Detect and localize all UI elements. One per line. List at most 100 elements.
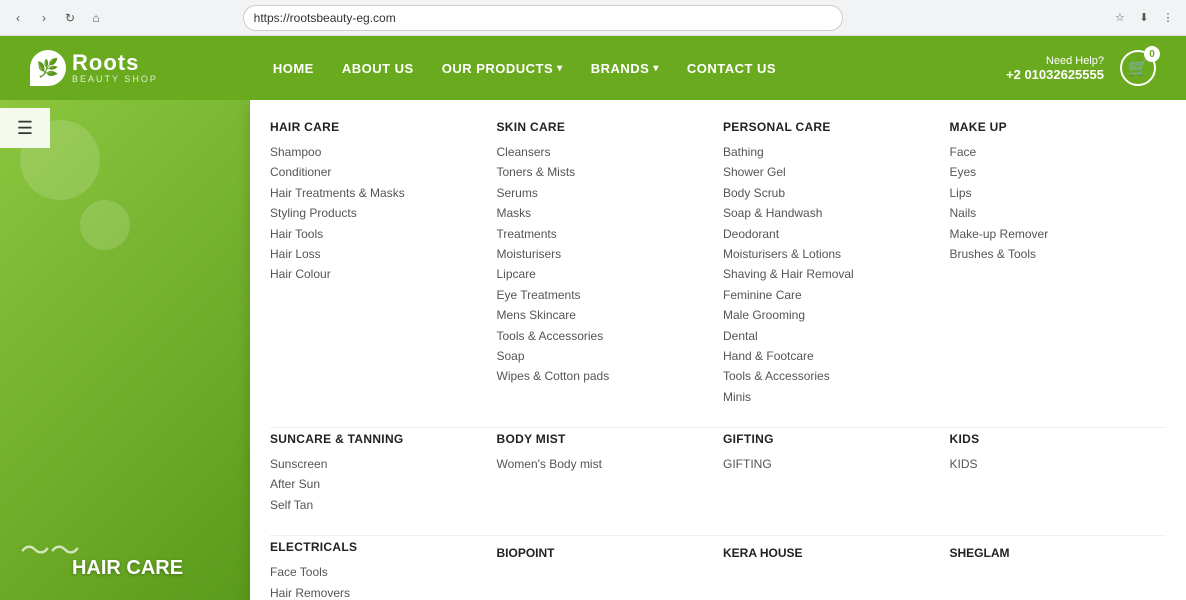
menu-item-lipcare[interactable]: Lipcare [497,264,714,284]
menu-section-electricals: ELECTRICALS Face Tools Hair Removers Hai… [270,540,487,600]
menu-item-womens-body-mist[interactable]: Women's Body mist [497,454,714,474]
refresh-button[interactable]: ↻ [60,8,80,28]
menu-item-soap[interactable]: Soap [497,346,714,366]
menu-item-bathing[interactable]: Bathing [723,142,940,162]
menu-item-brushes-tools[interactable]: Brushes & Tools [950,244,1167,264]
nav-forward-button[interactable]: › [34,8,54,28]
menu-item-dental[interactable]: Dental [723,326,940,346]
menu-title-body-mist: BODY MIST [497,432,714,446]
need-help-info: Need Help? +2 01032625555 [1006,55,1104,82]
menu-item-male-grooming[interactable]: Male Grooming [723,305,940,325]
download-icon[interactable]: ⬇ [1134,8,1154,28]
cart-badge: 0 [1144,46,1160,62]
menu-icon[interactable]: ⋮ [1158,8,1178,28]
menu-item-toners-mists[interactable]: Toners & Mists [497,162,714,182]
menu-title-make-up: MAKE UP [950,120,1167,134]
hero-left-panel: 〜〜 HAIR CARE [0,100,255,600]
menu-item-nails[interactable]: Nails [950,203,1167,223]
menu-item-after-sun[interactable]: After Sun [270,474,487,494]
menu-item-serums[interactable]: Serums [497,183,714,203]
address-bar[interactable]: https://rootsbeauty-eg.com [243,5,843,31]
menu-item-hair-treatments[interactable]: Hair Treatments & Masks [270,183,487,203]
menu-item-feminine-care[interactable]: Feminine Care [723,285,940,305]
menu-item-styling-products[interactable]: Styling Products [270,203,487,223]
menu-title-skin-care: SKIN CARE [497,120,714,134]
menu-item-makeup-remover[interactable]: Make-up Remover [950,224,1167,244]
menu-item-hair-loss[interactable]: Hair Loss [270,244,487,264]
menu-brand-kera-house[interactable]: KERA HOUSE [723,540,940,562]
menu-item-treatments[interactable]: Treatments [497,224,714,244]
home-button[interactable]: ⌂ [86,8,106,28]
section-divider-2 [270,535,1166,536]
logo-area[interactable]: 🌿 Roots BEAUTY SHOP [30,50,158,86]
menu-item-sunscreen[interactable]: Sunscreen [270,454,487,474]
nav-about[interactable]: ABOUT US [342,61,414,76]
page-content: 〜〜 HAIR CARE 🍯 BATH & BODY ☰ dubizzle [0,100,1186,600]
nav-contact[interactable]: CONTACT US [687,61,776,76]
nav-brands[interactable]: BRANDS ▾ [591,61,659,76]
cart-icon-wrap[interactable]: 🛒 0 [1120,50,1156,86]
menu-item-masks[interactable]: Masks [497,203,714,223]
menu-item-shampoo[interactable]: Shampoo [270,142,487,162]
menu-item-kids[interactable]: KIDS [950,454,1167,474]
menu-item-tools-accessories-skin[interactable]: Tools & Accessories [497,326,714,346]
menu-item-lips[interactable]: Lips [950,183,1167,203]
sidebar-toggle[interactable]: ☰ [0,108,50,148]
nav-back-button[interactable]: ‹ [8,8,28,28]
deco-circle-2 [80,200,130,250]
menu-section-make-up: MAKE UP Face Eyes Lips Nails Make-up Rem… [950,120,1167,423]
header-right: Need Help? +2 01032625555 🛒 0 [1006,50,1156,86]
menu-item-deodorant[interactable]: Deodorant [723,224,940,244]
menu-section-skin-care: SKIN CARE Cleansers Toners & Mists Serum… [497,120,714,423]
menu-title-electricals: ELECTRICALS [270,540,487,554]
hair-care-label: HAIR CARE [72,557,183,580]
menu-item-self-tan[interactable]: Self Tan [270,495,487,515]
menu-item-soap-handwash[interactable]: Soap & Handwash [723,203,940,223]
menu-brand-sheglam[interactable]: SHEGLAM [950,540,1167,562]
menu-item-shower-gel[interactable]: Shower Gel [723,162,940,182]
nav-brands-label: BRANDS [591,61,650,76]
nav-products-label: OUR PRODUCTS [442,61,553,76]
menu-item-hair-colour[interactable]: Hair Colour [270,264,487,284]
menu-section-sheglam: SHEGLAM [950,540,1167,600]
menu-title-hair-care: HAIR CARE [270,120,487,134]
menu-section-kids: KIDS KIDS [950,432,1167,531]
menu-item-hair-tools[interactable]: Hair Tools [270,224,487,244]
menu-item-wipes-cotton-pads[interactable]: Wipes & Cotton pads [497,366,714,386]
mega-menu: HAIR CARE Shampoo Conditioner Hair Treat… [250,100,1186,600]
nav-home[interactable]: HOME [273,61,314,76]
menu-item-moisturisers[interactable]: Moisturisers [497,244,714,264]
menu-item-mens-skincare[interactable]: Mens Skincare [497,305,714,325]
menu-item-minis[interactable]: Minis [723,387,940,407]
logo-leaf-icon: 🌿 [30,50,66,86]
menu-item-cleansers[interactable]: Cleansers [497,142,714,162]
menu-title-gifting: GIFTING [723,432,940,446]
menu-section-biopoint: BIOPOINT [497,540,714,600]
bookmark-icon[interactable]: ☆ [1110,8,1130,28]
menu-item-hair-removers[interactable]: Hair Removers [270,583,487,600]
menu-item-hand-footcare[interactable]: Hand & Footcare [723,346,940,366]
menu-item-conditioner[interactable]: Conditioner [270,162,487,182]
menu-item-body-scrub[interactable]: Body Scrub [723,183,940,203]
hamburger-icon: ☰ [17,118,33,139]
menu-item-eyes[interactable]: Eyes [950,162,1167,182]
logo-text: Roots [72,52,158,74]
logo-sub: BEAUTY SHOP [72,74,158,84]
menu-item-gifting[interactable]: GIFTING [723,454,940,474]
menu-item-face[interactable]: Face [950,142,1167,162]
need-help-title: Need Help? [1006,55,1104,67]
menu-title-suncare: SUNCARE & TANNING [270,432,487,446]
menu-item-face-tools[interactable]: Face Tools [270,562,487,582]
menu-item-moisturisers-lotions[interactable]: Moisturisers & Lotions [723,244,940,264]
menu-brand-biopoint[interactable]: BIOPOINT [497,540,714,562]
nav-brands-arrow-icon: ▾ [653,63,659,74]
menu-item-tools-accessories-personal[interactable]: Tools & Accessories [723,366,940,386]
menu-item-eye-treatments[interactable]: Eye Treatments [497,285,714,305]
nav-products[interactable]: OUR PRODUCTS ▾ [442,61,563,76]
menu-section-body-mist: BODY MIST Women's Body mist [497,432,714,531]
browser-right-icons: ☆ ⬇ ⋮ [1110,8,1178,28]
site-header: 🌿 Roots BEAUTY SHOP HOME ABOUT US OUR PR… [0,36,1186,100]
hair-care-overlay: HAIR CARE [72,557,183,580]
menu-item-shaving-hair-removal[interactable]: Shaving & Hair Removal [723,264,940,284]
phone-number: +2 01032625555 [1006,67,1104,82]
